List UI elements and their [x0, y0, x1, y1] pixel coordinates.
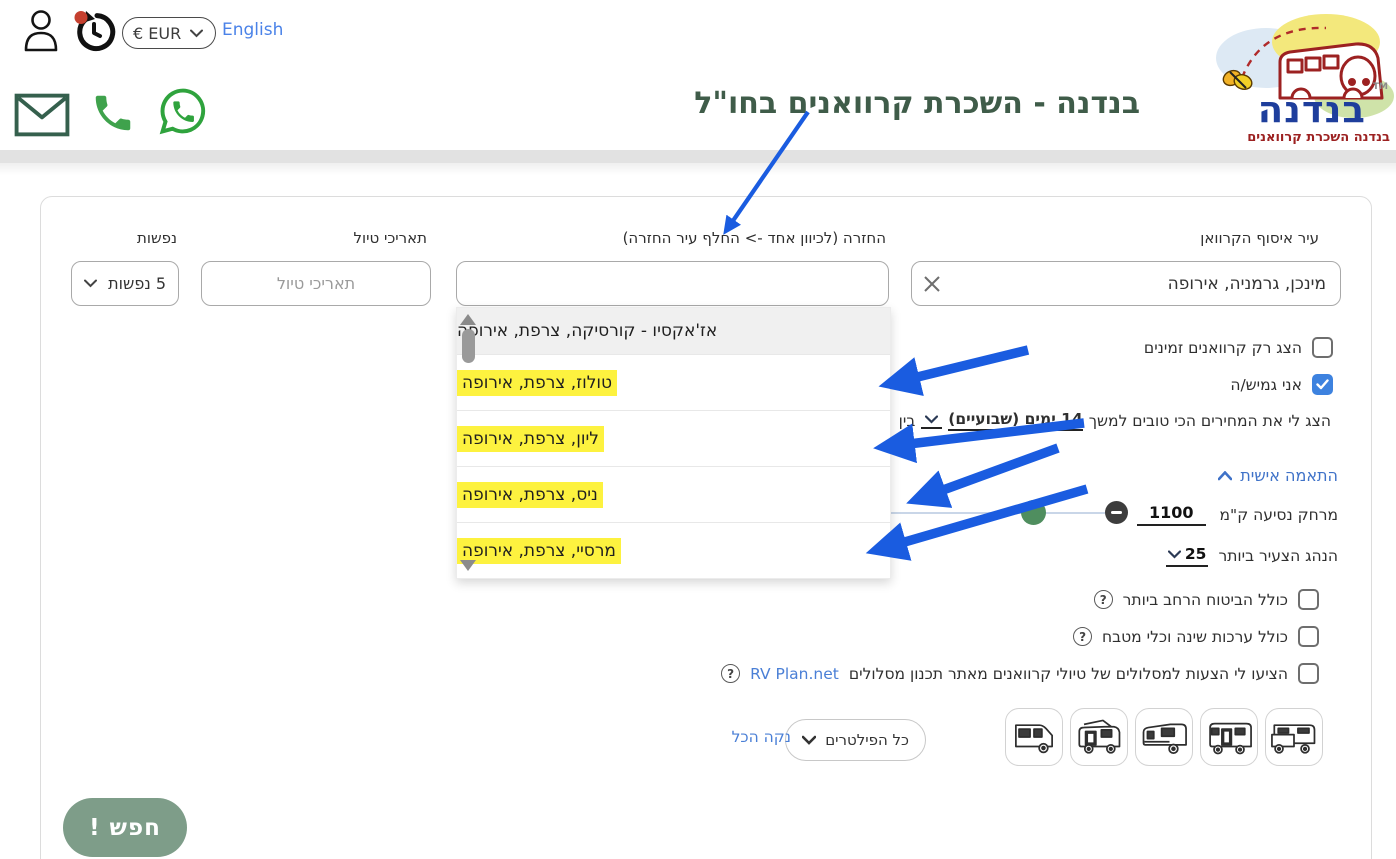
phone-icon[interactable] — [90, 90, 136, 140]
dropdown-item[interactable]: טולוז, צרפת, אירופה — [457, 354, 890, 410]
clear-all-link[interactable]: נקה הכל — [732, 728, 791, 746]
routes-label: הציעו לי הצעות למסלולים של טיולי קרוואני… — [849, 665, 1288, 683]
whatsapp-icon[interactable] — [158, 86, 208, 140]
search-button[interactable]: חפש ! — [63, 798, 187, 857]
return-city-field — [456, 261, 889, 306]
distance-decrease-button[interactable] — [1105, 501, 1128, 524]
email-icon[interactable] — [14, 92, 70, 142]
routes-help-icon[interactable]: ? — [721, 664, 740, 683]
dropdown-item-text-highlighted: טולוז, צרפת, אירופה — [457, 370, 617, 396]
chevron-down-icon — [925, 415, 938, 424]
dropdown-scrollbar[interactable] — [460, 312, 476, 573]
dropdown-item[interactable]: אז'אקסיו - קורסיקה, צרפת, אירופה — [457, 308, 890, 354]
duration-select-value[interactable]: 14 ימים (שבועיים) — [948, 410, 1082, 431]
caravan-type-alcove-button[interactable] — [1265, 708, 1323, 766]
persons-value: 5 נפשות — [108, 274, 166, 293]
account-icon[interactable] — [22, 8, 60, 58]
persons-select[interactable]: 5 נפשות — [71, 261, 179, 306]
pickup-city-label: עיר איסוף הקרוואן — [1200, 229, 1319, 247]
insurance-checkbox[interactable] — [1298, 589, 1319, 610]
chevron-down-icon — [190, 29, 203, 38]
language-link[interactable]: English — [222, 20, 283, 40]
personal-customization-toggle[interactable]: התאמה אישית — [1218, 466, 1338, 485]
youngest-driver-label: הנהג הצעיר ביותר — [1218, 547, 1338, 565]
available-only-label: הצג רק קרוואנים זמינים — [1144, 339, 1302, 357]
youngest-driver-row: הנהג הצעיר ביותר 25 — [1166, 545, 1338, 567]
dropdown-item[interactable]: ליון, צרפת, אירופה — [457, 410, 890, 466]
kits-row: כולל ערכות שינה וכלי מטבח ? — [1073, 626, 1319, 647]
return-city-input[interactable] — [457, 262, 888, 305]
trip-dates-label: תאריכי טיול — [354, 229, 427, 247]
return-city-label: החזרה (לכיוון אחד -> החלף עיר החזרה) — [623, 229, 886, 247]
caravan-type-poptop-button[interactable] — [1070, 708, 1128, 766]
all-filters-button[interactable]: כל הפילטרים — [785, 719, 926, 761]
flexible-checkbox[interactable] — [1312, 374, 1333, 395]
pickup-city-field — [911, 261, 1341, 306]
chevron-down-icon — [1168, 550, 1181, 559]
trip-dates-input[interactable] — [202, 262, 430, 305]
dropdown-item-text-highlighted: ניס, צרפת, אירופה — [457, 482, 603, 508]
kits-help-icon[interactable]: ? — [1073, 627, 1092, 646]
duration-select[interactable] — [921, 413, 942, 429]
distance-slider-thumb[interactable] — [1021, 500, 1046, 525]
flexible-row: אני גמיש/ה — [1230, 374, 1333, 395]
available-only-row: הצג רק קרוואנים זמינים — [1144, 337, 1333, 358]
personal-customization-label: התאמה אישית — [1240, 466, 1338, 485]
header-divider-fade — [0, 163, 1396, 175]
insurance-row: כולל הביטוח הרחב ביותר ? — [1094, 589, 1319, 610]
distance-label: מרחק נסיעה ק"מ — [1220, 506, 1338, 524]
caravan-type-semi-integrated-button[interactable] — [1135, 708, 1193, 766]
rv-plan-link[interactable]: RV Plan.net — [750, 665, 839, 683]
dropdown-item[interactable]: מרסיי, צרפת, אירופה — [457, 522, 890, 578]
best-prices-suffix: בין — [899, 412, 916, 430]
search-form-card: עיר איסוף הקרוואן החזרה (לכיוון אחד -> ה… — [40, 196, 1372, 859]
currency-select[interactable]: € EUR — [122, 17, 216, 49]
persons-label: נפשות — [137, 229, 177, 247]
dropdown-item-text-highlighted: מרסיי, צרפת, אירופה — [457, 538, 621, 564]
caravan-type-compact-button[interactable] — [1005, 708, 1063, 766]
chevron-down-icon — [802, 735, 816, 745]
distance-value[interactable]: 1100 — [1137, 503, 1206, 526]
distance-slider-track[interactable] — [889, 512, 1105, 514]
best-prices-prefix: הצג לי את המחירים הכי טובים למשך — [1089, 412, 1331, 430]
logo-tagline: בנדנה השכרת קרוואנים — [1247, 130, 1390, 145]
scrollbar-thumb[interactable] — [462, 329, 475, 363]
kits-checkbox[interactable] — [1298, 626, 1319, 647]
currency-label: € EUR — [133, 24, 181, 43]
caravan-type-integrated-button[interactable] — [1200, 708, 1258, 766]
pickup-city-input[interactable] — [912, 262, 1340, 305]
dropdown-item-text-highlighted: ליון, צרפת, אירופה — [457, 426, 604, 452]
site-logo[interactable]: בנדנה TM בנדנה השכרת קרוואנים — [1208, 2, 1394, 150]
dropdown-item[interactable]: ניס, צרפת, אירופה — [457, 466, 890, 522]
scroll-down-icon[interactable] — [460, 560, 476, 571]
chevron-up-icon — [1218, 471, 1232, 481]
trip-dates-field — [201, 261, 431, 306]
all-filters-label: כל הפילטרים — [825, 731, 909, 749]
routes-row: הציעו לי הצעות למסלולים של טיולי קרוואני… — [721, 663, 1319, 684]
history-icon[interactable] — [72, 10, 116, 58]
youngest-driver-value: 25 — [1185, 545, 1207, 563]
dropdown-item-text: אז'אקסיו - קורסיקה, צרפת, אירופה — [457, 321, 717, 341]
insurance-label: כולל הביטוח הרחב ביותר — [1123, 591, 1288, 609]
kits-label: כולל ערכות שינה וכלי מטבח — [1102, 628, 1288, 646]
routes-checkbox[interactable] — [1298, 663, 1319, 684]
logo-tm: TM — [1373, 82, 1388, 92]
flexible-label: אני גמיש/ה — [1230, 376, 1302, 394]
distance-row: מרחק נסיעה ק"מ 1100 — [1137, 503, 1338, 526]
youngest-driver-select[interactable]: 25 — [1166, 545, 1209, 567]
insurance-help-icon[interactable]: ? — [1094, 590, 1113, 609]
page-title: בנדנה - השכרת קרוואנים בחו"ל — [694, 86, 1140, 121]
clear-pickup-icon[interactable] — [922, 274, 942, 294]
logo-brand: בנדנה — [1258, 88, 1366, 131]
chevron-down-icon — [84, 279, 97, 288]
available-only-checkbox[interactable] — [1312, 337, 1333, 358]
best-prices-row: הצג לי את המחירים הכי טובים למשך 14 ימים… — [899, 410, 1331, 431]
header-divider — [0, 150, 1396, 163]
page: € EUR English בנדנה - השכרת קרוואנים בחו… — [0, 0, 1396, 859]
scroll-up-icon[interactable] — [460, 314, 476, 325]
return-city-dropdown: אז'אקסיו - קורסיקה, צרפת, אירופה טולוז, … — [456, 307, 891, 579]
